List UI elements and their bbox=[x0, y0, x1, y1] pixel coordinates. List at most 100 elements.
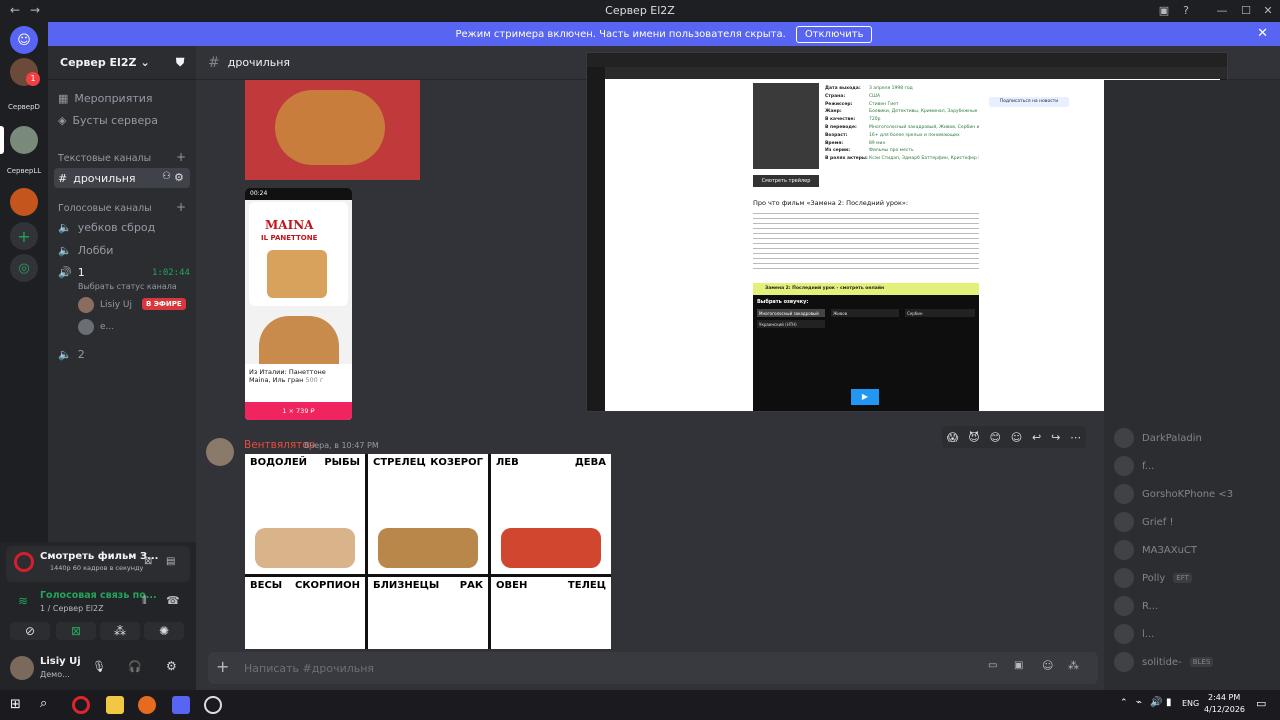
reply-icon[interactable]: ↩ bbox=[1032, 431, 1041, 444]
play-icon[interactable]: ▶ bbox=[851, 389, 879, 405]
voice-user-name[interactable]: е... bbox=[100, 322, 114, 332]
voice-server[interactable]: 1 / Сервер El2Z bbox=[40, 604, 104, 613]
file-explorer-icon[interactable] bbox=[106, 696, 124, 714]
member-item[interactable]: solitide- BLES bbox=[1114, 652, 1214, 672]
voice-option[interactable]: Многоголосный закадровый bbox=[757, 309, 825, 317]
noise-icon[interactable]: ⦀ bbox=[142, 594, 147, 608]
add-reaction-icon[interactable]: ☺ bbox=[1011, 431, 1022, 444]
add-channel-icon[interactable]: + bbox=[176, 150, 186, 164]
forward-icon[interactable]: ↪ bbox=[1051, 431, 1060, 444]
gear-icon[interactable]: ⚙ bbox=[166, 659, 177, 673]
voice-option[interactable]: Живов bbox=[831, 309, 899, 317]
add-channel-icon[interactable]: + bbox=[176, 200, 186, 214]
attach-plus-icon[interactable]: + bbox=[216, 657, 229, 676]
member-item[interactable]: DarkPaladin bbox=[1114, 428, 1202, 448]
channel-status[interactable]: Выбрать статус канала bbox=[78, 282, 177, 291]
server-label[interactable]: СерверD bbox=[2, 103, 46, 111]
obs-icon[interactable] bbox=[204, 696, 222, 714]
language-indicator[interactable]: ENG bbox=[1182, 699, 1199, 708]
message-input[interactable]: + Написать #дрочильня ▭ ▣ ☺ ⁂ bbox=[208, 652, 1098, 684]
add-server-icon[interactable]: + bbox=[10, 222, 38, 250]
microphone-icon[interactable]: 🎙 bbox=[92, 660, 106, 673]
clock-time[interactable]: 2:44 PM bbox=[1208, 693, 1240, 702]
sticker-icon[interactable]: ▣ bbox=[1014, 660, 1023, 671]
clock-date[interactable]: 4/12/2026 bbox=[1204, 705, 1245, 714]
product-price-bar[interactable]: 1 × 739 ₽ bbox=[245, 402, 352, 420]
firefox-icon[interactable] bbox=[138, 696, 156, 714]
member-item[interactable]: Polly EFT bbox=[1114, 568, 1192, 588]
voice-option[interactable]: Украинский (НТН) bbox=[757, 320, 825, 328]
gear-icon[interactable]: ⚙ bbox=[174, 171, 184, 184]
subscribe-button[interactable]: Подписаться на новости bbox=[989, 97, 1069, 107]
member-item[interactable]: R... bbox=[1114, 596, 1158, 616]
gif-icon[interactable]: ▭ bbox=[988, 660, 997, 671]
disable-streamer-mode-button[interactable]: Отключить bbox=[795, 25, 873, 43]
voice-channel-item[interactable]: 🔈 уебков сброд bbox=[58, 221, 155, 234]
notification-icon[interactable]: ▭ bbox=[1256, 697, 1266, 710]
stop-stream-icon[interactable]: ⊠ bbox=[144, 556, 152, 567]
maximize-button[interactable]: ☐ bbox=[1236, 2, 1256, 20]
boosts-item[interactable]: ◈ Бусты сервера bbox=[58, 114, 158, 127]
voice-option[interactable]: Сербин bbox=[905, 309, 975, 317]
explore-icon[interactable]: ◎ bbox=[10, 254, 38, 282]
reaction-icon[interactable]: 😈 bbox=[968, 431, 979, 444]
product-title: Из Италии: Панеттоне Maina, Иль гран 500… bbox=[245, 364, 352, 402]
more-icon[interactable]: ⋯ bbox=[1070, 431, 1081, 444]
server-label[interactable]: СерверLL bbox=[2, 167, 46, 175]
server-header[interactable]: Сервер El2Z ⌄ ⛊ bbox=[48, 46, 196, 80]
camera-off-button[interactable]: ⊘ bbox=[10, 622, 50, 640]
avatar bbox=[1114, 652, 1134, 672]
member-item[interactable]: МАЗАХuCT bbox=[1114, 540, 1197, 560]
trailer-button[interactable]: Смотреть трейлер bbox=[753, 175, 819, 187]
voice-channel-item[interactable]: 🔈 Лобби bbox=[58, 244, 113, 257]
close-window-button[interactable]: ✕ bbox=[1258, 2, 1278, 20]
reaction-icon[interactable]: 😱 bbox=[947, 431, 958, 444]
headphones-icon[interactable]: 🎧 bbox=[128, 660, 142, 673]
text-channel-item[interactable]: # дрочильня bbox=[58, 172, 136, 185]
voice-channel-item[interactable]: 🔊 1 bbox=[58, 266, 85, 279]
discord-icon[interactable] bbox=[172, 696, 190, 714]
help-icon[interactable]: ? bbox=[1176, 2, 1196, 20]
avatar bbox=[78, 297, 94, 313]
discord-home-icon[interactable]: ☺ bbox=[10, 26, 38, 54]
horoscope-image[interactable]: ВОДОЛЕЙ РЫБЫ СТРЕЛЕЦ КОЗЕРОГ ЛЕВ ДЕВА ВЕСЫ С… bbox=[245, 454, 611, 649]
browser-tab-bar bbox=[587, 53, 1227, 67]
avatar[interactable] bbox=[206, 438, 234, 466]
voice-category[interactable]: Голосовые каналы bbox=[58, 203, 152, 214]
emoji-icon[interactable]: ☺ bbox=[1042, 659, 1053, 672]
screen-share-button[interactable]: ⊠ bbox=[56, 622, 96, 640]
opera-icon[interactable] bbox=[72, 696, 90, 714]
member-item[interactable]: f... bbox=[1114, 456, 1154, 476]
voice-channel-item[interactable]: 🔈 2 bbox=[58, 348, 85, 361]
server-icon[interactable] bbox=[10, 126, 38, 154]
apps-icon[interactable]: ⁂ bbox=[1068, 659, 1079, 672]
invite-icon[interactable]: ⛊ bbox=[176, 56, 184, 70]
battery-icon[interactable]: ▮ bbox=[1166, 697, 1172, 708]
member-item[interactable]: Grief ! bbox=[1114, 512, 1174, 532]
volume-icon[interactable]: 🔊 bbox=[1150, 697, 1162, 708]
member-item[interactable]: GorshoKPhone <3 bbox=[1114, 484, 1233, 504]
avatar[interactable] bbox=[10, 656, 34, 680]
voice-status[interactable]: Голосовая связь по... bbox=[40, 590, 157, 601]
stream-settings-icon[interactable]: ▤ bbox=[166, 556, 175, 567]
add-member-icon[interactable]: ⚇ bbox=[162, 171, 171, 182]
soundboard-button[interactable]: ✺ bbox=[144, 622, 184, 640]
server-icon[interactable] bbox=[10, 188, 38, 216]
close-icon[interactable]: ✕ bbox=[1257, 26, 1268, 41]
voice-user-name[interactable]: Lisiy Uj bbox=[100, 300, 132, 310]
inbox-icon[interactable]: ▣ bbox=[1154, 2, 1174, 20]
search-icon[interactable]: ⌕ bbox=[40, 696, 47, 711]
windows-start-icon[interactable]: ⊞ bbox=[10, 697, 26, 713]
chevron-up-icon[interactable]: ⌃ bbox=[1120, 698, 1128, 708]
user-name[interactable]: Lisiy Uj bbox=[40, 656, 81, 667]
events-item[interactable]: ▦ Мероприятия bbox=[58, 92, 153, 105]
activity-button[interactable]: ⁂ bbox=[100, 622, 140, 640]
network-icon[interactable]: ⌁ bbox=[1136, 697, 1142, 708]
message-image[interactable]: 00:24 MAINA IL PANETTONE Из Италии: Пане… bbox=[245, 188, 352, 420]
member-item[interactable]: l... bbox=[1114, 624, 1154, 644]
disconnect-icon[interactable]: ☎ bbox=[166, 594, 180, 607]
text-category[interactable]: Текстовые каналы bbox=[58, 153, 151, 164]
reaction-icon[interactable]: 😊 bbox=[989, 431, 1000, 444]
message-image[interactable] bbox=[245, 80, 420, 180]
minimize-button[interactable]: — bbox=[1212, 2, 1232, 20]
